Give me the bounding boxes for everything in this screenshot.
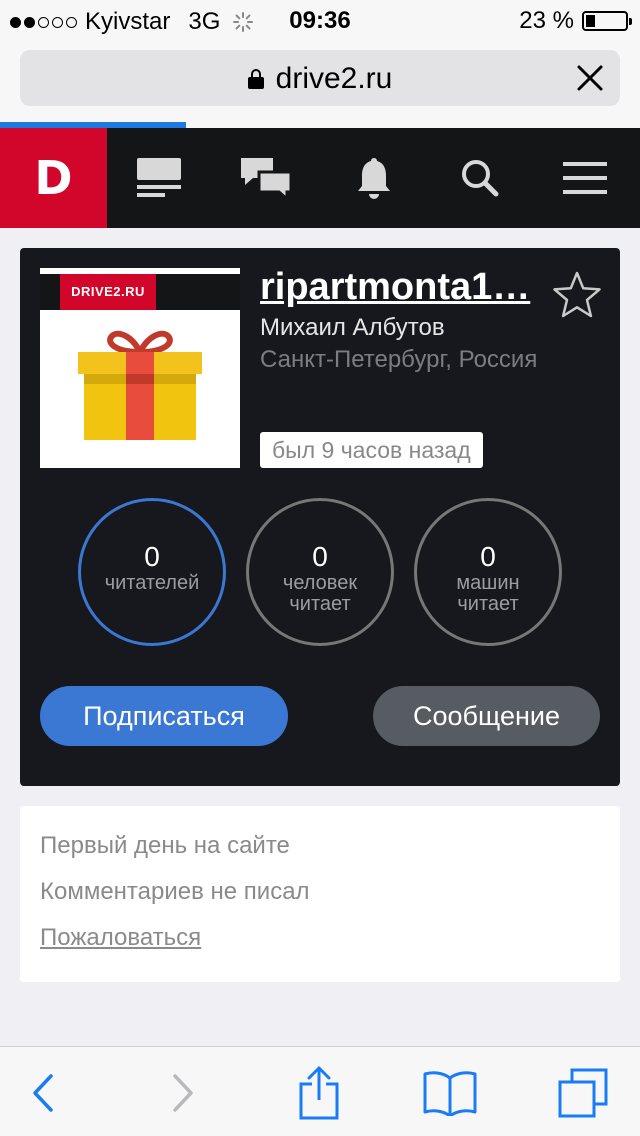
- profile-stats: 0 читателей 0 человек читает 0 машин чит…: [78, 498, 562, 648]
- close-icon[interactable]: [572, 60, 608, 96]
- battery-percent: 23 %: [519, 7, 574, 34]
- bell-icon[interactable]: [346, 153, 402, 203]
- avatar[interactable]: DRIVE2.RU: [40, 268, 240, 468]
- last-seen-badge: был 9 часов назад: [260, 432, 483, 468]
- url-text: drive2.ru: [275, 62, 393, 95]
- profile-username[interactable]: ripartmonta1…: [260, 266, 560, 309]
- stat-value: 0: [312, 541, 328, 572]
- feed-icon[interactable]: [131, 153, 187, 203]
- forward-icon[interactable]: [155, 1065, 211, 1121]
- stat-label: человек читает: [282, 572, 358, 615]
- stat-followers[interactable]: 0 читателей: [78, 498, 226, 646]
- browser-toolbar: [0, 1046, 640, 1136]
- bookmarks-icon[interactable]: [422, 1065, 478, 1121]
- star-icon[interactable]: [552, 270, 602, 318]
- status-bar: Kyivstar 3G 09:36 23 %: [0, 0, 640, 40]
- stat-people-following[interactable]: 0 человек читает: [246, 498, 394, 646]
- profile-info-card: Первый день на сайте Комментариев не пис…: [20, 806, 620, 982]
- gift-icon: [78, 330, 202, 440]
- stat-cars-following[interactable]: 0 машин читает: [414, 498, 562, 646]
- tabs-icon[interactable]: [555, 1065, 611, 1121]
- profile-full-name: Михаил Албутов: [260, 314, 445, 341]
- stat-label: машин читает: [456, 572, 520, 615]
- stat-value: 0: [480, 541, 496, 572]
- drive2-logo[interactable]: D: [0, 128, 107, 228]
- message-button[interactable]: Сообщение: [373, 686, 600, 746]
- profile-card: DRIVE2.RU ripartmonta1… Михаил Албутов С…: [20, 248, 620, 786]
- messages-icon[interactable]: [238, 153, 294, 203]
- share-icon[interactable]: [291, 1065, 347, 1121]
- profile-location: Санкт-Петербург, Россия: [260, 346, 538, 373]
- stat-value: 0: [144, 541, 160, 572]
- avatar-brand-label: DRIVE2.RU: [60, 274, 156, 310]
- stat-label: читателей: [104, 572, 200, 594]
- report-link[interactable]: Пожаловаться: [40, 924, 201, 952]
- comments-text: Комментариев не писал: [40, 878, 310, 905]
- first-day-text: Первый день на сайте: [40, 832, 290, 859]
- address-bar[interactable]: drive2.ru: [20, 50, 620, 106]
- battery-icon: [582, 11, 632, 31]
- back-icon[interactable]: [15, 1065, 71, 1121]
- browser-address-area: drive2.ru: [0, 40, 640, 122]
- app-header: D: [0, 128, 640, 228]
- lock-icon: [247, 69, 264, 89]
- subscribe-button[interactable]: Подписаться: [40, 686, 288, 746]
- menu-icon[interactable]: [557, 153, 613, 203]
- search-icon[interactable]: [452, 153, 508, 203]
